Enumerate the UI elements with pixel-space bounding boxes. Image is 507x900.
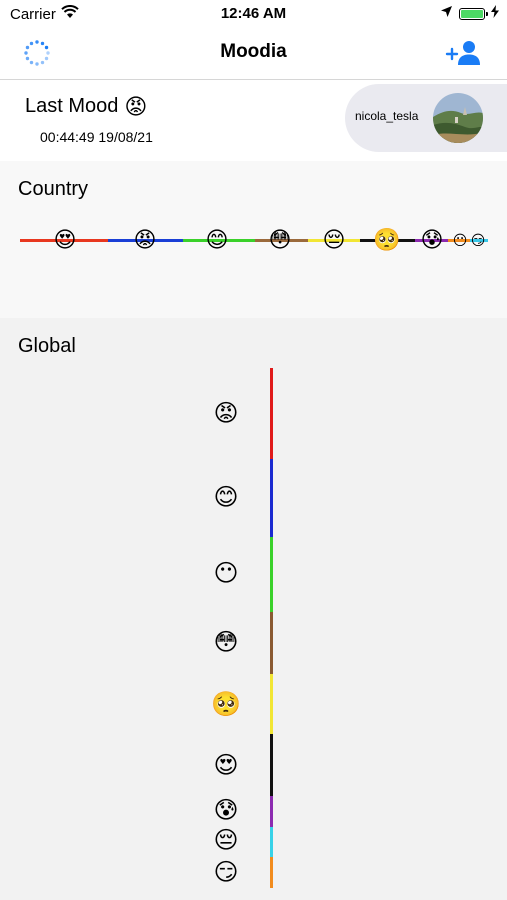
country-mood-emoji: 😊 [205, 227, 229, 252]
global-mood-segment [270, 459, 273, 537]
country-mood-emoji: 😍 [53, 227, 77, 252]
global-mood-emoji: 😳 [213, 629, 239, 656]
battery-icon [459, 7, 488, 20]
country-mood-emoji: 😡 [133, 227, 157, 252]
country-mood-emoji: 🥺 [373, 227, 401, 252]
global-mood-segment [270, 537, 273, 612]
country-section: Country 😍 😡 😊 😳 😔 🥺 😰 😶 😏 [0, 161, 507, 318]
navigation-bar: Moodia [0, 28, 507, 80]
global-title: Global [18, 335, 76, 357]
country-mood-bar: 😍 😡 😊 😳 😔 🥺 😰 😶 😏 [0, 229, 507, 253]
global-mood-emoji: 😡 [213, 400, 239, 427]
global-mood-emoji: 😊 [213, 484, 239, 511]
app-title: Moodia [220, 41, 287, 62]
global-mood-segment [270, 612, 273, 674]
global-mood-emoji: 😔 [213, 827, 239, 854]
global-mood-segment [270, 857, 273, 888]
location-arrow-icon [440, 5, 453, 22]
country-mood-emoji: 😔 [322, 227, 346, 252]
add-user-button[interactable] [445, 38, 485, 68]
global-mood-emoji: 😏 [213, 859, 239, 886]
add-user-icon [445, 41, 480, 65]
last-mood-title: Last Mood [25, 95, 119, 117]
charging-bolt-icon [491, 5, 499, 22]
global-mood-segment [270, 674, 273, 734]
avatar[interactable] [433, 93, 483, 143]
global-mood-emoji: 😰 [213, 797, 239, 824]
country-mood-emoji: 😰 [420, 227, 444, 252]
user-profile-pill[interactable]: nicola_tesla [345, 84, 507, 152]
global-mood-emoji: 😍 [213, 752, 239, 779]
status-bar: Carrier 12:46 AM [0, 0, 507, 28]
last-mood-heading: Last Mood 😡 [25, 95, 147, 118]
country-mood-emoji: 😏 [470, 232, 486, 248]
status-right [440, 5, 499, 22]
global-mood-emoji: 🥺 [211, 691, 241, 718]
last-mood-emoji: 😡 [124, 93, 148, 119]
global-mood-segment [270, 796, 273, 827]
status-time: 12:46 AM [220, 5, 287, 22]
country-title: Country [18, 178, 89, 200]
global-section: Global 😡 😊 😶 😳 🥺 😍 😰 😔 😏 [0, 318, 507, 900]
last-mood-timestamp: 00:44:49 19/08/21 [40, 129, 153, 145]
username-label: nicola_tesla [355, 109, 419, 123]
global-mood-segment [270, 368, 273, 459]
global-mood-segment [270, 827, 273, 857]
global-mood-segment [270, 734, 273, 796]
battery-level [461, 9, 483, 18]
global-mood-emoji: 😶 [213, 560, 239, 587]
last-mood-card: Last Mood 😡 00:44:49 19/08/21 nicola_tes… [0, 80, 507, 161]
country-mood-emoji: 😳 [268, 227, 292, 252]
